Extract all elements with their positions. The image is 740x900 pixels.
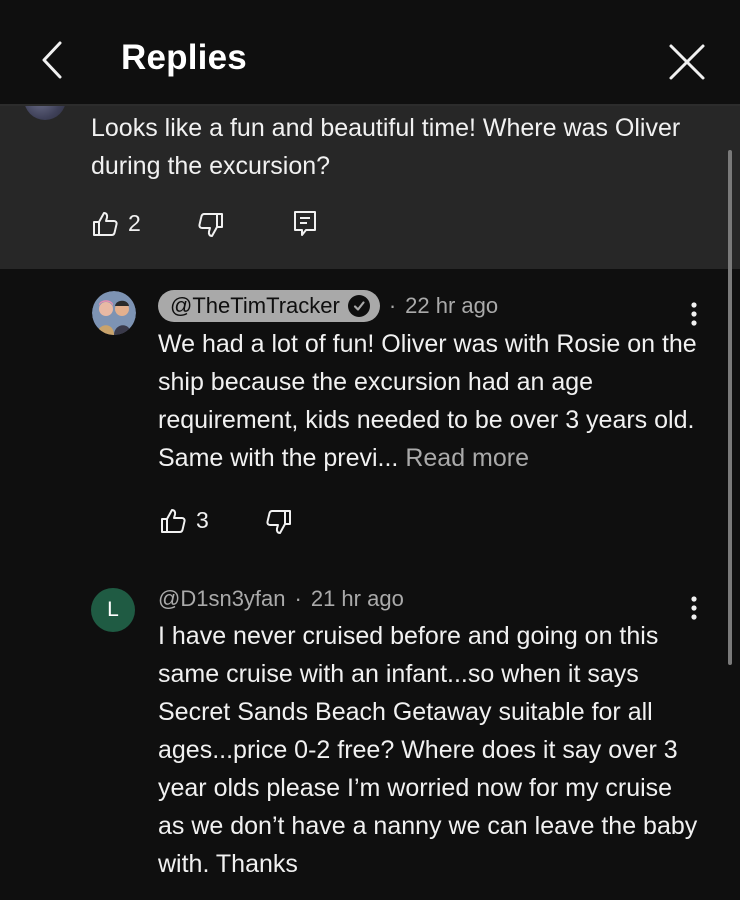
avatar[interactable]: L xyxy=(91,588,135,632)
author-name[interactable]: @D1sn3yfan xyxy=(158,586,286,612)
meta-separator: · xyxy=(388,293,397,318)
reply-icon xyxy=(294,211,316,236)
channel-avatar-image xyxy=(92,291,136,335)
like-icon xyxy=(161,508,186,533)
reply-body: We had a lot of fun! Oliver was with Ros… xyxy=(158,325,703,477)
parent-like-count: 2 xyxy=(128,210,141,236)
like-button[interactable]: 3 xyxy=(160,507,209,534)
page-title: Replies xyxy=(121,38,247,77)
avatar-letter: L xyxy=(107,598,119,621)
reply-meta: @D1sn3yfan · 21 hr ago xyxy=(158,586,404,612)
parent-comment-text: Looks like a fun and beautiful time! Whe… xyxy=(91,114,681,180)
reply-body: I have never cruised before and going on… xyxy=(158,617,703,883)
avatar[interactable] xyxy=(92,291,136,335)
header: Replies xyxy=(0,0,740,104)
author-badge[interactable]: @TheTimTracker xyxy=(158,290,380,322)
timestamp: 22 hr ago xyxy=(405,293,499,318)
parent-dislike-button[interactable] xyxy=(198,212,224,238)
scrollbar[interactable] xyxy=(728,150,732,665)
back-chevron-icon xyxy=(42,41,62,79)
back-button[interactable] xyxy=(38,40,68,80)
read-more-link[interactable]: Read more xyxy=(405,444,529,472)
dislike-icon xyxy=(198,213,223,237)
reply-meta: @TheTimTracker · 22 hr ago xyxy=(158,290,498,322)
meta-separator: · xyxy=(294,586,302,611)
close-button[interactable] xyxy=(668,43,706,81)
reply-text: I have never cruised before and going on… xyxy=(158,622,698,878)
parent-like-button[interactable]: 2 xyxy=(92,210,141,237)
dislike-icon xyxy=(266,510,291,534)
parent-reply-button[interactable] xyxy=(293,210,317,237)
close-icon xyxy=(669,44,705,80)
replies-panel: Replies Looks like a fun and beautiful t… xyxy=(0,0,740,900)
header-divider xyxy=(0,104,740,106)
like-icon xyxy=(93,211,118,236)
timestamp: 21 hr ago xyxy=(310,586,404,611)
author-name: @TheTimTracker xyxy=(170,293,340,318)
parent-comment: Looks like a fun and beautiful time! Whe… xyxy=(0,90,740,269)
dislike-button[interactable] xyxy=(266,509,292,535)
verified-check-icon xyxy=(347,295,370,317)
like-count: 3 xyxy=(196,507,209,533)
